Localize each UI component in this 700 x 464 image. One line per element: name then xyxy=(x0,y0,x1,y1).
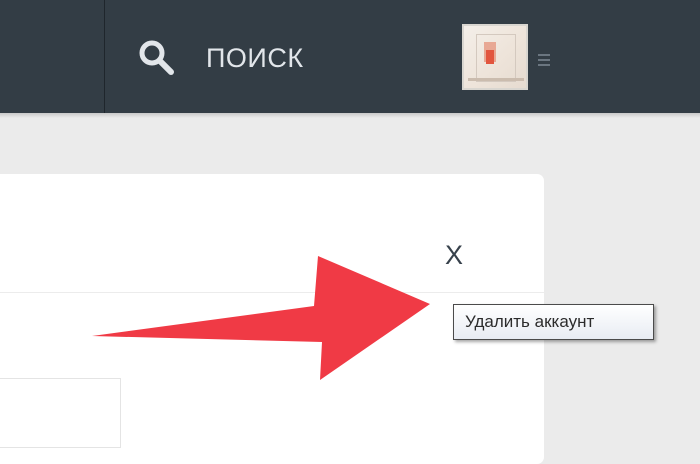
menu-caret-icon[interactable] xyxy=(538,54,550,66)
tooltip: Удалить аккаунт xyxy=(453,304,654,340)
topbar-shadow xyxy=(0,113,700,118)
search-icon xyxy=(139,40,174,75)
search-button[interactable]: ПОИСК xyxy=(138,36,304,80)
nav-divider xyxy=(104,0,105,113)
user-avatar[interactable] xyxy=(462,24,528,90)
row-divider xyxy=(0,292,544,293)
delete-account-button[interactable]: X xyxy=(440,240,468,270)
search-label: ПОИСК xyxy=(206,42,304,73)
top-navigation-bar: ПОИСК xyxy=(0,0,700,113)
